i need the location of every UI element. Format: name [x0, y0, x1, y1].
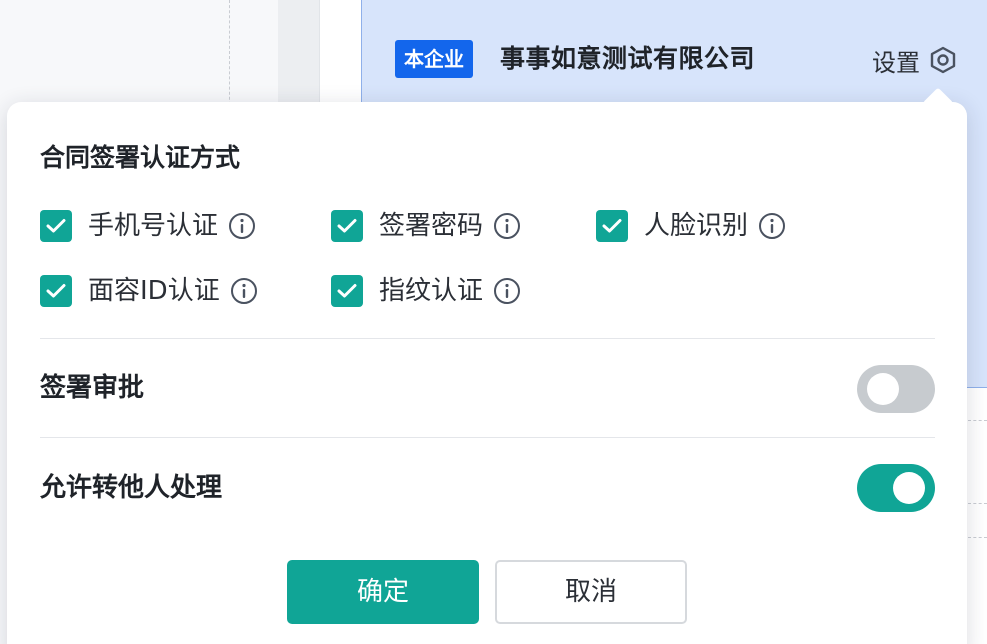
auth-settings-popover: [7, 102, 967, 644]
checkbox-label: 手机号认证: [88, 211, 219, 241]
checkbox-box[interactable]: [40, 210, 72, 242]
checkmark-icon: [46, 219, 66, 233]
toggle-knob: [893, 472, 925, 504]
info-icon[interactable]: [758, 212, 786, 240]
allow-transfer-toggle[interactable]: [857, 464, 935, 512]
checkbox-face-recognition[interactable]: 人脸识别: [596, 209, 786, 243]
divider: [40, 338, 935, 339]
settings-label: 设置: [872, 48, 920, 77]
checkbox-box[interactable]: [40, 275, 72, 307]
company-tag-badge: 本企业: [395, 40, 473, 78]
dashed-guide-line: [968, 420, 987, 421]
info-icon[interactable]: [493, 277, 521, 305]
info-icon[interactable]: [493, 212, 521, 240]
checkbox-sign-password[interactable]: 签署密码: [331, 209, 521, 243]
divider: [40, 437, 935, 438]
checkmark-icon: [602, 219, 622, 233]
checkbox-label: 人脸识别: [644, 211, 749, 241]
settings-button[interactable]: 设置: [872, 42, 956, 78]
info-icon[interactable]: [228, 212, 256, 240]
dashed-guide-line: [229, 0, 230, 110]
checkbox-label: 签署密码: [379, 211, 484, 241]
company-name: 事事如意测试有限公司: [500, 44, 756, 73]
info-icon[interactable]: [230, 277, 258, 305]
checkbox-label: 指纹认证: [379, 276, 484, 306]
toggle-knob: [867, 373, 899, 405]
checkmark-icon: [337, 219, 357, 233]
screen: 本企业 事事如意测试有限公司 设置 合同签署认证方式 手机号认证 签署密码 人脸…: [0, 0, 987, 644]
settings-hexagon-icon: [930, 46, 956, 74]
sign-approval-toggle[interactable]: [857, 365, 935, 413]
checkbox-phone-auth[interactable]: 手机号认证: [40, 209, 256, 243]
dashed-guide-line: [968, 503, 987, 504]
checkmark-icon: [337, 284, 357, 298]
checkbox-box[interactable]: [331, 210, 363, 242]
confirm-button[interactable]: 确定: [287, 560, 479, 624]
auth-method-title: 合同签署认证方式: [40, 143, 241, 172]
checkmark-icon: [46, 284, 66, 298]
checkbox-label: 面容ID认证: [88, 276, 220, 306]
sign-approval-label: 签署审批: [40, 373, 145, 403]
checkbox-box[interactable]: [331, 275, 363, 307]
dashed-guide-line: [968, 537, 987, 538]
checkbox-box[interactable]: [596, 210, 628, 242]
checkbox-fingerprint[interactable]: 指纹认证: [331, 274, 521, 308]
cancel-button[interactable]: 取消: [495, 560, 687, 624]
checkbox-face-id[interactable]: 面容ID认证: [40, 274, 258, 308]
allow-transfer-label: 允许转他人处理: [40, 473, 223, 503]
